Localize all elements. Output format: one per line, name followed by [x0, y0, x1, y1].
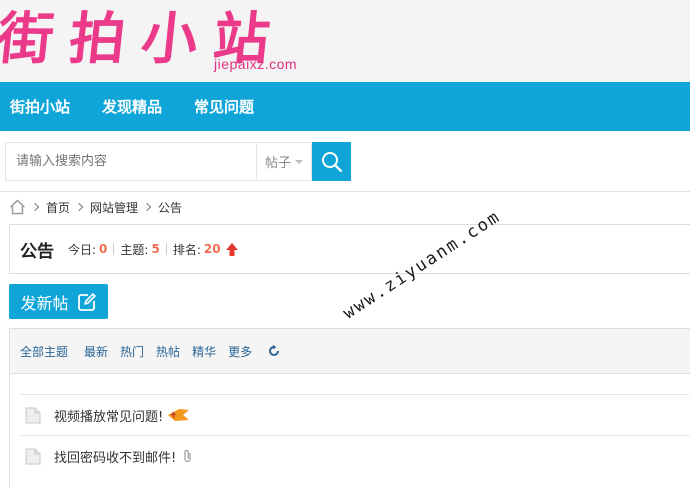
- topics-label: 主题:: [120, 242, 149, 257]
- rank-up-arrow-icon: [225, 242, 238, 256]
- document-icon: [25, 407, 41, 423]
- divider: [0, 191, 690, 192]
- home-icon[interactable]: [9, 199, 26, 215]
- logo-domain: jiepaixz.com: [214, 56, 298, 72]
- search-bar: 帖子: [5, 142, 351, 181]
- stat-divider: [165, 243, 167, 255]
- chevron-down-icon: [295, 159, 303, 164]
- site-header: 街拍小站 jiepaixz.com: [0, 0, 690, 82]
- breadcrumb-admin[interactable]: 网站管理: [90, 199, 138, 216]
- search-type-select[interactable]: 帖子: [256, 142, 312, 181]
- filter-all[interactable]: 全部主题: [20, 343, 68, 360]
- thread-row[interactable]: 找回密码收不到邮件!: [20, 435, 690, 476]
- search-type-label: 帖子: [264, 156, 291, 171]
- thread-list: 全部主题 最新 热门 热帖 精华 更多 视频播放常见问题! 找回密码收不到邮件!: [9, 328, 690, 488]
- chevron-right-icon: [142, 202, 152, 212]
- nav-item-faq[interactable]: 常见问题: [184, 96, 264, 117]
- hot-icon: [168, 409, 190, 421]
- new-post-label: 发新帖: [20, 293, 69, 313]
- document-icon: [25, 448, 41, 464]
- search-button[interactable]: [312, 142, 351, 181]
- filter-latest[interactable]: 最新: [84, 343, 108, 360]
- forum-name: 公告: [20, 241, 54, 262]
- today-count: 0: [99, 242, 108, 256]
- attachment-icon: [184, 449, 191, 463]
- filter-hot-posts[interactable]: 热帖: [156, 343, 180, 360]
- topics-count: 5: [151, 242, 160, 256]
- nav-item-home[interactable]: 街拍小站: [0, 96, 80, 117]
- thread-title[interactable]: 视频播放常见问题!: [54, 406, 163, 425]
- rank-label: 排名:: [172, 242, 201, 257]
- filter-more[interactable]: 更多: [228, 343, 252, 360]
- chevron-right-icon: [30, 202, 40, 212]
- rank-value: 20: [203, 242, 221, 256]
- thread-filter-bar: 全部主题 最新 热门 热帖 精华 更多: [10, 329, 690, 374]
- thread-title[interactable]: 找回密码收不到邮件!: [54, 447, 176, 466]
- site-logo[interactable]: 街拍小站 jiepaixz.com: [0, 0, 320, 82]
- forum-header: 公告 今日: 0 主题: 5 排名: 20: [9, 224, 690, 274]
- thread-row[interactable]: 视频播放常见问题!: [20, 394, 690, 435]
- filter-hot[interactable]: 热门: [120, 343, 144, 360]
- today-label: 今日:: [68, 242, 97, 257]
- main-nav: 街拍小站 发现精品 常见问题: [0, 82, 690, 131]
- refresh-icon[interactable]: [268, 345, 280, 357]
- breadcrumb: 首页 网站管理 公告: [9, 198, 182, 216]
- new-post-button[interactable]: 发新帖: [9, 284, 108, 319]
- nav-item-discover[interactable]: 发现精品: [92, 96, 172, 117]
- chevron-right-icon: [74, 202, 84, 212]
- filter-digest[interactable]: 精华: [192, 343, 216, 360]
- edit-icon: [77, 292, 96, 311]
- forum-stats: 今日: 0 主题: 5 排名: 20: [68, 241, 239, 258]
- search-input[interactable]: [5, 142, 256, 181]
- breadcrumb-home[interactable]: 首页: [46, 199, 70, 216]
- search-icon: [321, 151, 342, 172]
- stat-divider: [113, 243, 115, 255]
- breadcrumb-current[interactable]: 公告: [158, 199, 182, 216]
